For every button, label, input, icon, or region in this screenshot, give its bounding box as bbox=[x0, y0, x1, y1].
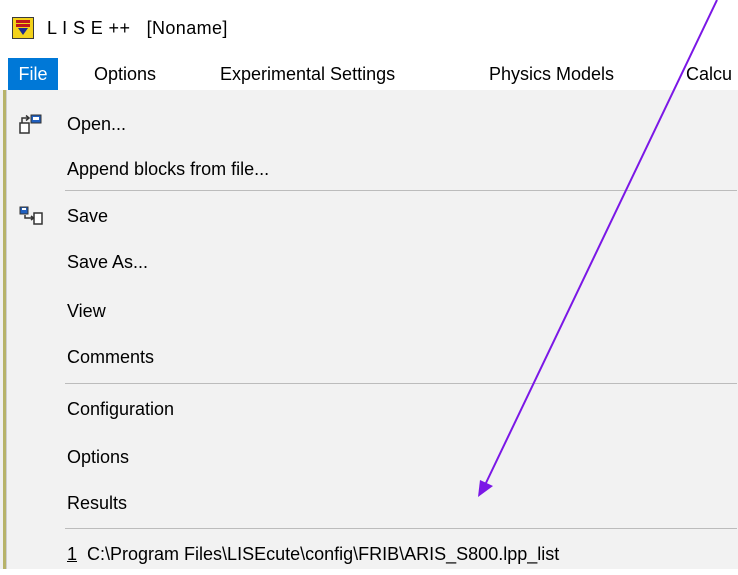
title-bar: L I S E ++ [Noname] bbox=[0, 0, 738, 58]
menu-item-configuration-label: Configuration bbox=[67, 399, 175, 419]
menu-item-view[interactable]: View bbox=[7, 290, 738, 332]
recent-file-number: 1 bbox=[67, 544, 78, 564]
menu-separator bbox=[65, 383, 737, 384]
menu-item-options-label: Options bbox=[67, 447, 130, 467]
menu-experimental-settings[interactable]: Experimental Settings bbox=[220, 58, 395, 90]
menu-item-save-label: Save bbox=[67, 206, 109, 226]
menu-item-save-as[interactable]: Save As... bbox=[7, 241, 738, 283]
menu-item-comments-label: Comments bbox=[67, 347, 155, 367]
file-dropdown-menu: Open... Append blocks from file... Save … bbox=[6, 90, 738, 569]
menu-item-open[interactable]: Open... bbox=[7, 103, 738, 145]
menu-item-open-label: Open... bbox=[67, 114, 127, 134]
menu-separator bbox=[65, 190, 737, 191]
menu-item-options[interactable]: Options bbox=[7, 436, 738, 478]
menu-item-save[interactable]: Save bbox=[7, 195, 738, 237]
menu-separator bbox=[65, 528, 737, 529]
menu-item-results-label: Results bbox=[67, 493, 128, 513]
menu-item-comments[interactable]: Comments bbox=[7, 336, 738, 378]
menu-item-configuration[interactable]: Configuration bbox=[7, 388, 738, 430]
open-folder-icon bbox=[19, 114, 42, 134]
menu-item-append-label: Append blocks from file... bbox=[67, 159, 270, 179]
menu-options[interactable]: Options bbox=[94, 58, 156, 90]
menu-item-append-blocks[interactable]: Append blocks from file... bbox=[7, 148, 738, 190]
recent-file-path: C:\Program Files\LISEcute\config\FRIB\AR… bbox=[87, 544, 560, 564]
lise-app-icon[interactable] bbox=[12, 17, 34, 39]
menu-bar: File Options Experimental Settings Physi… bbox=[0, 58, 738, 90]
menu-item-results[interactable]: Results bbox=[7, 482, 738, 524]
menu-physics-models[interactable]: Physics Models bbox=[489, 58, 614, 90]
menu-item-save-as-label: Save As... bbox=[67, 252, 149, 272]
save-icon bbox=[19, 206, 43, 225]
menu-calculations[interactable]: Calcu bbox=[686, 58, 732, 90]
menu-item-view-label: View bbox=[67, 301, 106, 321]
window-title: L I S E ++ [Noname] bbox=[47, 18, 228, 38]
menu-file[interactable]: File bbox=[8, 58, 58, 90]
